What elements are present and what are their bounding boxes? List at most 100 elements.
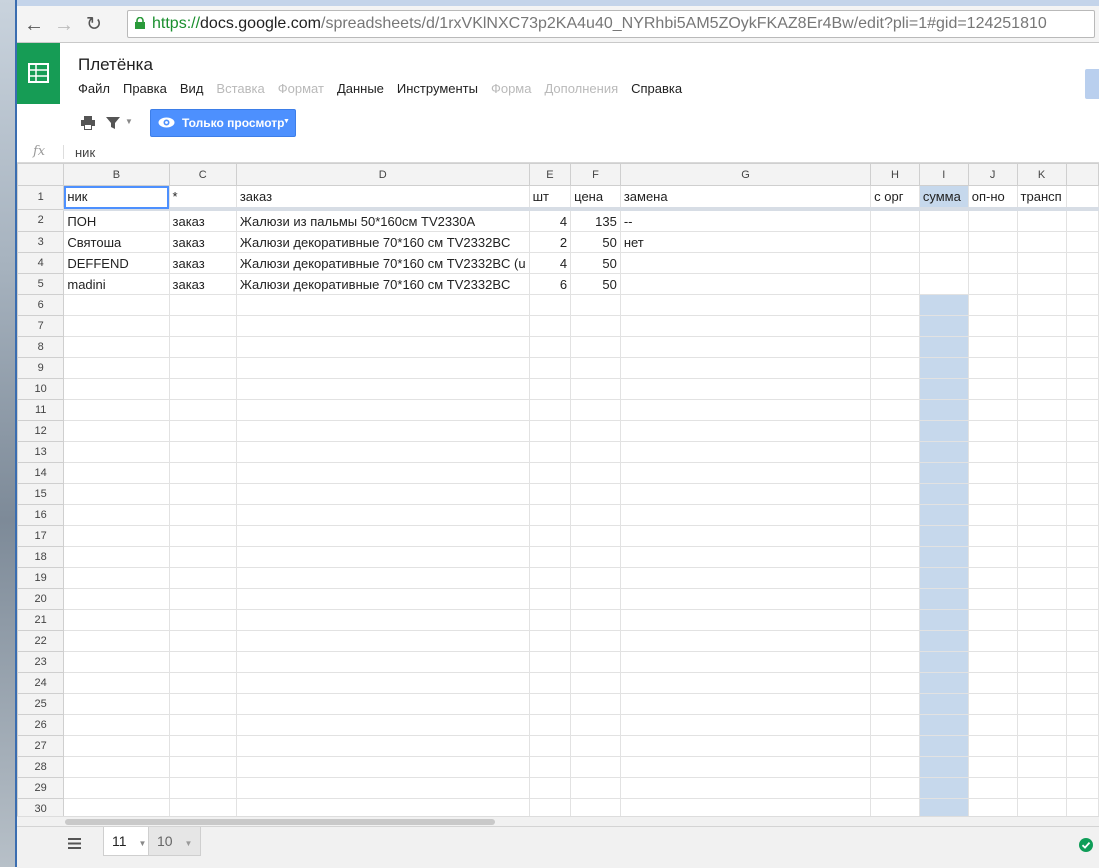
sheets-logo[interactable] bbox=[17, 43, 60, 104]
empty-cell[interactable] bbox=[870, 714, 920, 736]
column-header-extra[interactable] bbox=[1065, 163, 1099, 186]
empty-cell[interactable] bbox=[1065, 336, 1099, 358]
empty-cell[interactable] bbox=[528, 735, 572, 757]
empty-cell[interactable] bbox=[967, 609, 1018, 631]
empty-cell[interactable] bbox=[967, 441, 1018, 463]
empty-cell[interactable] bbox=[570, 693, 621, 715]
empty-cell[interactable] bbox=[918, 672, 969, 694]
empty-cell[interactable] bbox=[63, 546, 170, 568]
row-header[interactable]: 14 bbox=[17, 462, 65, 484]
empty-cell[interactable] bbox=[168, 462, 237, 484]
empty-cell[interactable] bbox=[235, 420, 530, 442]
empty-cell[interactable] bbox=[967, 315, 1018, 337]
empty-cell[interactable] bbox=[168, 525, 237, 547]
menu-item-0[interactable]: Файл bbox=[78, 81, 110, 96]
row-header[interactable]: 3 bbox=[17, 231, 65, 253]
cell-extra[interactable] bbox=[1065, 208, 1099, 232]
empty-cell[interactable] bbox=[619, 546, 872, 568]
row-header[interactable]: 15 bbox=[17, 483, 65, 505]
empty-cell[interactable] bbox=[619, 630, 872, 652]
empty-cell[interactable] bbox=[63, 714, 170, 736]
back-arrow-icon[interactable]: ← bbox=[23, 15, 45, 35]
empty-cell[interactable] bbox=[570, 567, 621, 589]
empty-cell[interactable] bbox=[918, 567, 969, 589]
cell-B3[interactable]: Святоша bbox=[63, 231, 170, 253]
forward-arrow-icon[interactable]: → bbox=[53, 15, 75, 35]
empty-cell[interactable] bbox=[1065, 756, 1099, 778]
empty-cell[interactable] bbox=[870, 420, 920, 442]
cell-G5[interactable] bbox=[619, 273, 872, 295]
scrollbar-thumb[interactable] bbox=[65, 819, 495, 825]
column-header-H[interactable]: H bbox=[870, 163, 920, 186]
empty-cell[interactable] bbox=[1065, 609, 1099, 631]
empty-cell[interactable] bbox=[918, 735, 969, 757]
cell-F5[interactable]: 50 bbox=[570, 273, 621, 295]
empty-cell[interactable] bbox=[1065, 504, 1099, 526]
empty-cell[interactable] bbox=[235, 483, 530, 505]
empty-cell[interactable] bbox=[619, 756, 872, 778]
empty-cell[interactable] bbox=[168, 777, 237, 799]
empty-cell[interactable] bbox=[619, 609, 872, 631]
empty-cell[interactable] bbox=[235, 756, 530, 778]
row-header[interactable]: 28 bbox=[17, 756, 65, 778]
empty-cell[interactable] bbox=[168, 693, 237, 715]
empty-cell[interactable] bbox=[967, 588, 1018, 610]
empty-cell[interactable] bbox=[967, 378, 1018, 400]
cell-J5[interactable] bbox=[967, 273, 1018, 295]
empty-cell[interactable] bbox=[528, 693, 572, 715]
empty-cell[interactable] bbox=[570, 525, 621, 547]
cell-E2[interactable]: 4 bbox=[528, 208, 572, 232]
empty-cell[interactable] bbox=[528, 798, 572, 816]
empty-cell[interactable] bbox=[967, 714, 1018, 736]
cell-H5[interactable] bbox=[870, 273, 920, 295]
menu-item-6[interactable]: Инструменты bbox=[397, 81, 478, 96]
empty-cell[interactable] bbox=[168, 630, 237, 652]
empty-cell[interactable] bbox=[619, 462, 872, 484]
cell-I5[interactable] bbox=[918, 273, 969, 295]
empty-cell[interactable] bbox=[235, 378, 530, 400]
empty-cell[interactable] bbox=[235, 630, 530, 652]
empty-cell[interactable] bbox=[570, 420, 621, 442]
sheet-tab-10[interactable]: 10 ▼ bbox=[148, 827, 202, 856]
empty-cell[interactable] bbox=[870, 546, 920, 568]
empty-cell[interactable] bbox=[619, 336, 872, 358]
view-only-button[interactable]: Только просмотр ▼ bbox=[150, 109, 296, 137]
empty-cell[interactable] bbox=[235, 777, 530, 799]
empty-cell[interactable] bbox=[870, 525, 920, 547]
cell-E5[interactable]: 6 bbox=[528, 273, 572, 295]
row-header[interactable]: 18 bbox=[17, 546, 65, 568]
empty-cell[interactable] bbox=[570, 546, 621, 568]
empty-cell[interactable] bbox=[870, 735, 920, 757]
empty-cell[interactable] bbox=[168, 756, 237, 778]
empty-cell[interactable] bbox=[967, 462, 1018, 484]
empty-cell[interactable] bbox=[63, 294, 170, 316]
cell-F2[interactable]: 135 bbox=[570, 208, 621, 232]
empty-cell[interactable] bbox=[1016, 735, 1067, 757]
cell-I4[interactable] bbox=[918, 252, 969, 274]
menu-item-5[interactable]: Данные bbox=[337, 81, 384, 96]
row-header[interactable]: 1 bbox=[17, 185, 65, 210]
empty-cell[interactable] bbox=[168, 420, 237, 442]
empty-cell[interactable] bbox=[528, 399, 572, 421]
empty-cell[interactable] bbox=[63, 504, 170, 526]
empty-cell[interactable] bbox=[967, 504, 1018, 526]
empty-cell[interactable] bbox=[1065, 588, 1099, 610]
empty-cell[interactable] bbox=[528, 588, 572, 610]
empty-cell[interactable] bbox=[235, 336, 530, 358]
empty-cell[interactable] bbox=[570, 378, 621, 400]
reload-icon[interactable]: ↻ bbox=[83, 15, 105, 35]
cell-B2[interactable]: ПОН bbox=[63, 208, 170, 232]
empty-cell[interactable] bbox=[570, 588, 621, 610]
empty-cell[interactable] bbox=[1016, 714, 1067, 736]
empty-cell[interactable] bbox=[1065, 441, 1099, 463]
column-header-J[interactable]: J bbox=[967, 163, 1018, 186]
cell-H2[interactable] bbox=[870, 208, 920, 232]
cell-I2[interactable] bbox=[918, 208, 969, 232]
cell-F4[interactable]: 50 bbox=[570, 252, 621, 274]
empty-cell[interactable] bbox=[918, 378, 969, 400]
cell-H4[interactable] bbox=[870, 252, 920, 274]
empty-cell[interactable] bbox=[1065, 357, 1099, 379]
cell-D5[interactable]: Жалюзи декоративные 70*160 см TV2332BC bbox=[235, 273, 530, 295]
column-header-G[interactable]: G bbox=[619, 163, 872, 186]
empty-cell[interactable] bbox=[1065, 567, 1099, 589]
